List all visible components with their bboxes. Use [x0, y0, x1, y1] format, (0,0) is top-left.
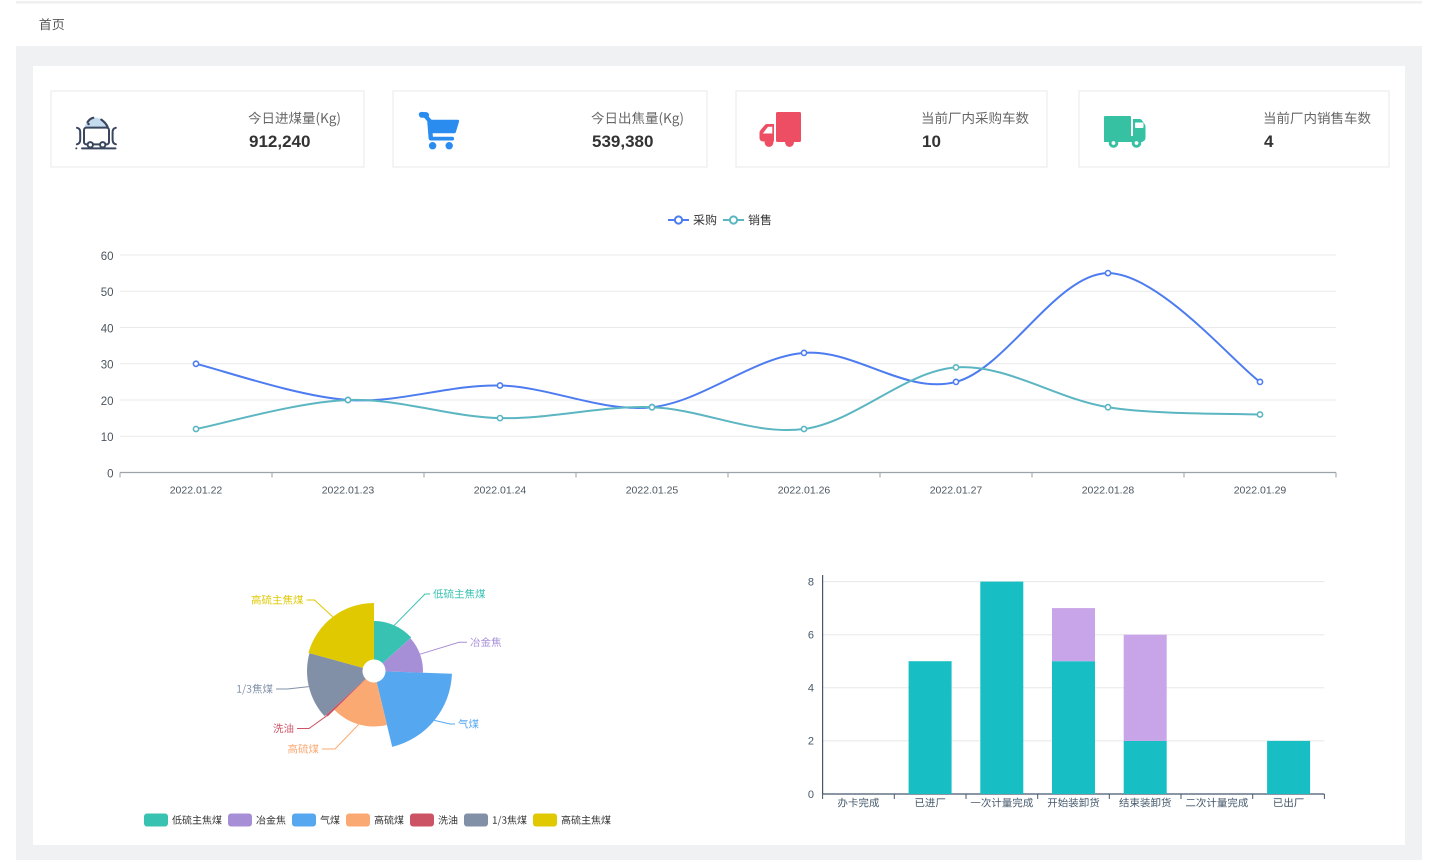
svg-text:2022.01.24: 2022.01.24 [474, 485, 527, 497]
svg-text:2022.01.25: 2022.01.25 [626, 485, 679, 497]
svg-text:2022.01.23: 2022.01.23 [322, 485, 375, 497]
svg-text:2022.01.29: 2022.01.29 [1234, 485, 1287, 497]
svg-text:2: 2 [808, 736, 814, 748]
svg-text:2022.01.26: 2022.01.26 [778, 485, 831, 497]
svg-text:2022.01.28: 2022.01.28 [1082, 485, 1135, 497]
svg-text:8: 8 [808, 576, 814, 588]
svg-text:6: 6 [808, 630, 814, 642]
svg-text:50: 50 [101, 287, 114, 299]
svg-text:2022.01.22: 2022.01.22 [170, 485, 223, 497]
svg-text:10: 10 [101, 432, 114, 444]
svg-text:4: 4 [1264, 132, 1274, 151]
svg-text:4: 4 [808, 683, 814, 695]
svg-text:10: 10 [922, 132, 941, 151]
svg-text:0: 0 [808, 789, 814, 801]
svg-text:2022.01.27: 2022.01.27 [930, 485, 983, 497]
svg-text:0: 0 [107, 468, 113, 480]
svg-text:539,380: 539,380 [592, 132, 653, 151]
svg-text:20: 20 [101, 396, 114, 408]
svg-text:30: 30 [101, 360, 114, 372]
svg-text:60: 60 [101, 251, 114, 263]
svg-text:40: 40 [101, 323, 114, 335]
svg-text:912,240: 912,240 [249, 132, 310, 151]
